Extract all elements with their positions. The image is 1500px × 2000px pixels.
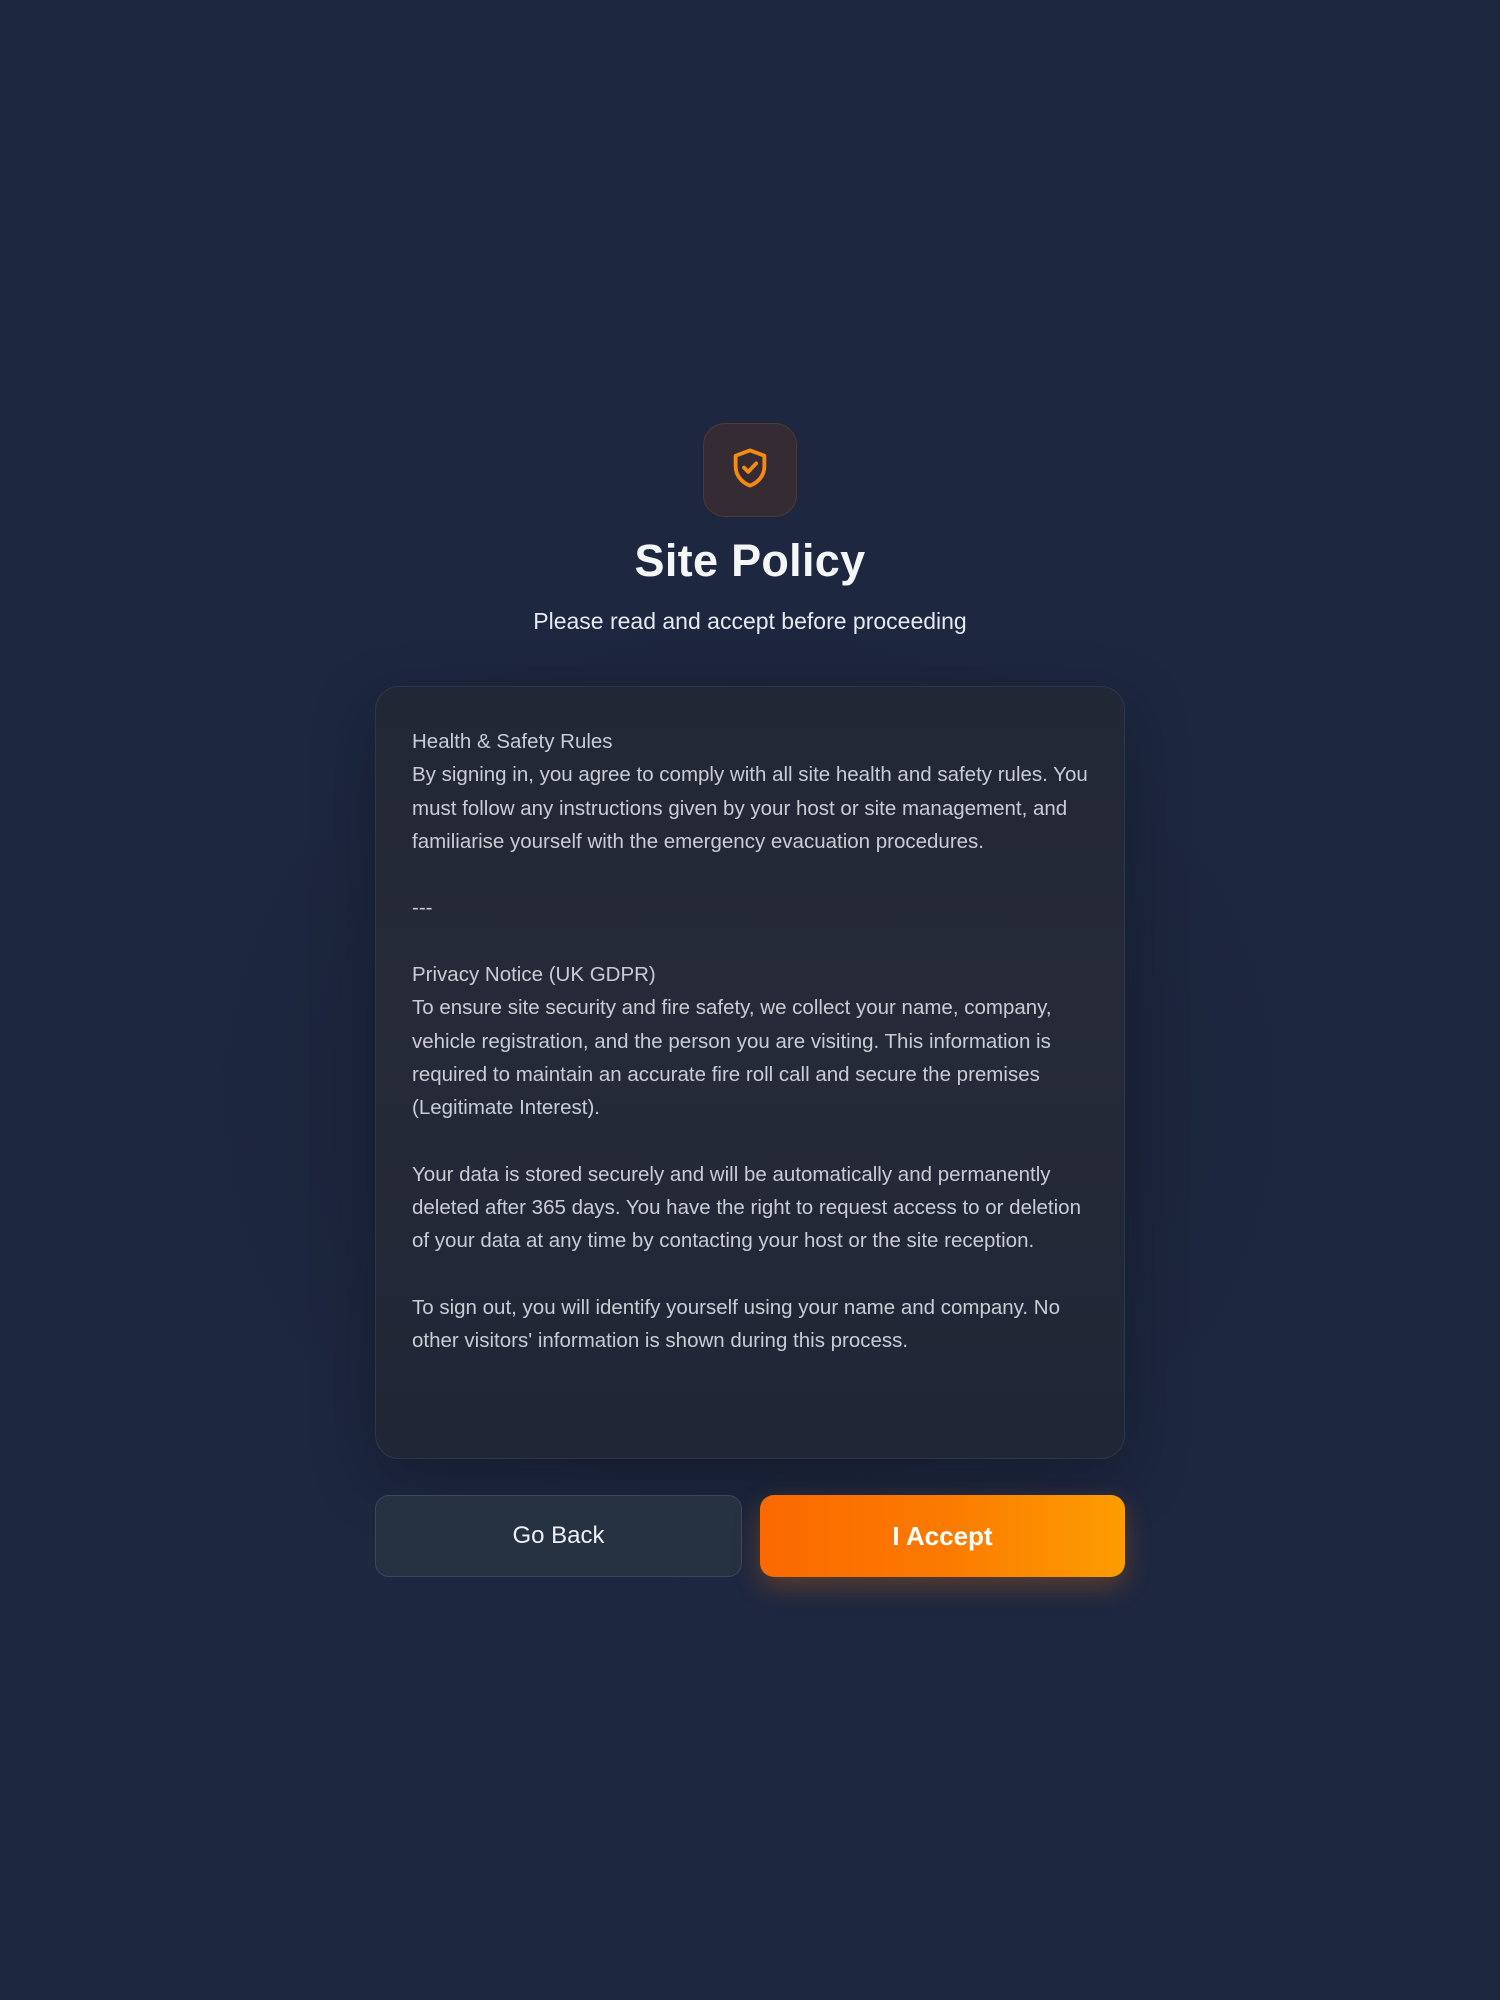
go-back-button[interactable]: Go Back bbox=[375, 1495, 742, 1577]
policy-text: Health & Safety Rules By signing in, you… bbox=[412, 730, 1088, 1353]
shield-check-icon bbox=[727, 445, 773, 496]
page-title: Site Policy bbox=[634, 535, 866, 586]
accept-label: I Accept bbox=[892, 1520, 993, 1551]
go-back-label: Go Back bbox=[512, 1522, 605, 1549]
page-subtitle: Please read and accept before proceeding bbox=[533, 608, 967, 634]
policy-icon-badge bbox=[703, 423, 797, 517]
policy-card[interactable]: Health & Safety Rules By signing in, you… bbox=[375, 686, 1125, 1459]
accept-button[interactable]: I Accept bbox=[760, 1495, 1125, 1577]
